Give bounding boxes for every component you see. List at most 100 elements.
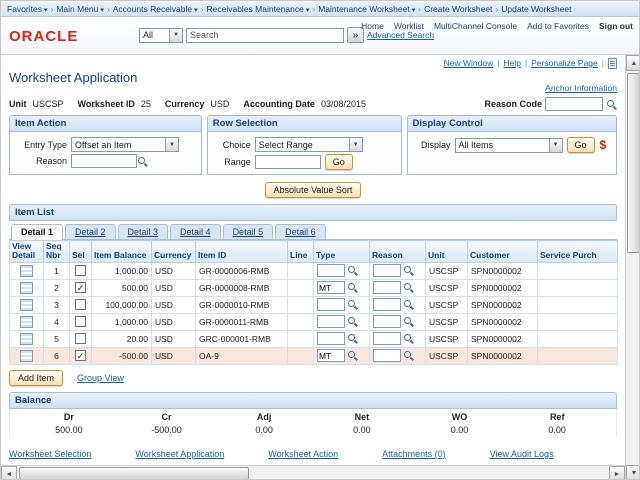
view-detail-icon[interactable] [20,333,33,345]
type-input[interactable] [317,298,345,311]
group-view-link[interactable]: Group View [77,373,124,383]
add-item-button[interactable]: Add Item [9,370,63,386]
detail-tab[interactable]: Detail 1 [11,224,63,240]
display-select[interactable]: All Items ▼ [455,138,563,153]
breadcrumb-item[interactable]: Maintenance Worksheet▾ [316,4,417,14]
lookup-icon[interactable] [347,316,358,327]
reason-input[interactable] [373,315,401,328]
detail-tab[interactable]: Detail 6 [275,224,326,239]
select-checkbox[interactable] [75,333,86,344]
select-checkbox[interactable] [75,316,86,327]
lookup-icon[interactable] [403,333,414,344]
display-go-button[interactable]: Go [567,137,595,153]
lookup-icon[interactable] [606,99,617,110]
absolute-value-sort-button[interactable]: Absolute Value Sort [265,182,362,198]
horizontal-scroll-thumb[interactable] [19,467,249,480]
lookup-icon[interactable] [347,333,358,344]
range-input[interactable] [255,155,321,169]
currency-cell: USD [152,313,196,330]
lookup-icon[interactable] [403,282,414,293]
reason-input[interactable] [373,332,401,345]
view-detail-icon[interactable] [20,265,33,277]
choice-select[interactable]: Select Range ▼ [255,137,363,152]
topbar-link[interactable]: Home [361,21,384,31]
lookup-icon[interactable] [403,265,414,276]
scroll-right-arrow[interactable]: ► [609,466,625,480]
worksheet-nav-link[interactable]: Worksheet Selection [9,449,91,459]
type-input[interactable] [317,264,345,277]
breadcrumb-item[interactable]: Update Worksheet [499,4,573,14]
breadcrumb-item[interactable]: Main Menu▾ [54,4,106,14]
breadcrumb-item[interactable]: Receivables Maintenance▾ [205,4,312,14]
type-input[interactable] [317,349,345,362]
worksheet-nav-link[interactable]: Worksheet Application [135,449,224,459]
lookup-icon[interactable] [347,265,358,276]
vertical-scrollbar[interactable]: ▲ ▼ [625,55,640,480]
range-go-button[interactable]: Go [325,154,353,170]
type-input[interactable] [317,332,345,345]
page-utility-link[interactable]: New Window [444,58,494,68]
page-utility-link[interactable]: Help [503,58,520,68]
detail-tab[interactable]: Detail 4 [170,224,221,239]
view-detail-icon[interactable] [20,350,33,362]
sign-out-link[interactable]: Sign out [599,21,633,31]
entry-type-select[interactable]: Offset an Item ▼ [71,137,179,152]
worksheet-nav-link[interactable]: Attachments (0) [382,449,446,459]
select-checkbox[interactable] [75,350,86,361]
search-scope-select[interactable]: All ▼ [139,28,183,43]
breadcrumb-item[interactable]: Favorites▾ [5,4,49,14]
worksheet-nav-link[interactable]: Worksheet Action [268,449,338,459]
type-input[interactable] [317,315,345,328]
select-checkbox[interactable] [75,282,86,293]
breadcrumb-item[interactable]: Create Worksheet [422,4,494,14]
lookup-icon[interactable] [403,350,414,361]
reason-input[interactable] [373,281,401,294]
horizontal-scrollbar[interactable]: ◄ ► [1,465,625,480]
scroll-down-arrow[interactable]: ▼ [626,465,640,480]
seq-nbr-cell: 4 [44,313,70,330]
lookup-icon[interactable] [347,299,358,310]
worksheet-nav-link[interactable]: View Audit Logs [490,449,554,459]
vertical-scroll-thumb[interactable] [627,73,640,253]
line-cell [288,330,314,347]
select-checkbox[interactable] [75,299,86,310]
lookup-icon[interactable] [137,156,148,167]
view-detail-icon[interactable] [20,316,33,328]
scroll-up-arrow[interactable]: ▲ [626,55,640,71]
page-utility-link[interactable]: Personalize Page [531,58,598,68]
detail-tab[interactable]: Detail 2 [65,224,116,239]
detail-tab[interactable]: Detail 3 [118,224,169,239]
detail-tab[interactable]: Detail 5 [223,224,274,239]
lookup-icon[interactable] [347,350,358,361]
anchor-information-link[interactable]: Anchor Information [545,83,617,93]
topbar-link[interactable]: MultiChannel Console [434,21,517,31]
view-detail-icon[interactable] [20,299,33,311]
select-checkbox[interactable] [75,265,86,276]
lookup-icon[interactable] [347,282,358,293]
search-input[interactable] [186,28,344,43]
copy-url-icon[interactable] [608,58,617,69]
balance-column: Net0.00 [313,412,411,435]
grid-column-header: Item Balance [92,241,152,263]
currency-symbol-toggle-icon[interactable]: $ [600,138,607,152]
advanced-search-link[interactable]: Advanced Search [367,30,434,40]
topbar-link[interactable]: Worklist [394,21,424,31]
scroll-left-arrow[interactable]: ◄ [1,466,17,480]
topbar-link[interactable]: Add to Favorites [527,21,589,31]
chevron-down-icon: ▾ [412,7,416,14]
balance-label: WO [411,412,509,422]
lookup-icon[interactable] [403,299,414,310]
type-input[interactable] [317,281,345,294]
reason-input[interactable] [373,264,401,277]
search-scope-value: All [143,30,153,40]
view-detail-icon[interactable] [20,282,33,294]
link-separator: | [497,58,499,68]
lookup-icon[interactable] [403,316,414,327]
reason-code-input[interactable] [545,97,603,111]
reason-input[interactable] [373,349,401,362]
accounting-date-label: Accounting Date [243,99,315,109]
item-action-reason-input[interactable] [71,154,137,168]
type-cell [314,296,370,313]
reason-input[interactable] [373,298,401,311]
breadcrumb-item[interactable]: Accounts Receivable▾ [111,4,200,14]
